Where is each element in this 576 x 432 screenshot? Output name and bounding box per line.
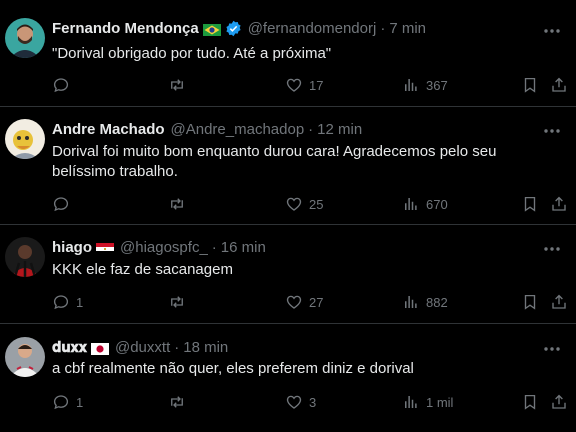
tweet-text: "Dorival obrigado por tudo. Até a próxim… <box>52 45 332 62</box>
reply-icon <box>53 295 69 310</box>
tweet-text: a cbf realmente não quer, eles preferem … <box>52 360 414 377</box>
author-handle[interactable]: @hiagospfc_ <box>120 239 208 256</box>
view-count: 367 <box>426 77 448 93</box>
like-count: 3 <box>309 394 317 410</box>
tweet-hiago[interactable]: hiago @hiagospfc_ · 16 min KKK ele faz d… <box>0 225 576 324</box>
avatar[interactable] <box>5 18 45 58</box>
tweet-andre[interactable]: Andre Machado @Andre_machadop · 12 min D… <box>0 107 576 225</box>
like-count: 27 <box>309 294 324 310</box>
reply-count: 1 <box>76 294 84 310</box>
timestamp[interactable]: 18 min <box>183 339 228 356</box>
action-bar: 1 27 882 <box>52 292 572 312</box>
brazil-flag-icon <box>202 23 221 36</box>
bookmark-button[interactable] <box>521 75 539 95</box>
reply-button[interactable] <box>52 194 76 214</box>
heart-icon <box>286 295 302 309</box>
like-button[interactable]: 17 <box>285 75 323 95</box>
reply-button[interactable] <box>52 75 76 95</box>
analytics-icon <box>405 396 417 408</box>
like-count: 17 <box>309 77 324 93</box>
analytics-icon <box>405 79 417 91</box>
retweet-button[interactable] <box>168 75 192 95</box>
bookmark-icon <box>524 394 536 410</box>
heart-icon <box>286 395 302 409</box>
tweet-text: Dorival foi muito bom enquanto durou car… <box>52 143 497 180</box>
retweet-button[interactable] <box>168 292 192 312</box>
reply-icon <box>53 395 69 410</box>
views-button[interactable]: 882 <box>402 292 448 312</box>
bookmark-button[interactable] <box>521 292 539 312</box>
share-icon <box>552 196 566 211</box>
reply-icon <box>53 197 69 212</box>
heart-icon <box>286 197 302 211</box>
reply-feed: Fernando Mendonça @fernandomendorj · 7 m… <box>0 0 576 432</box>
author-name[interactable]: Fernando Mendonça <box>52 20 199 37</box>
retweet-icon <box>171 198 183 210</box>
analytics-icon <box>405 296 417 308</box>
reply-icon <box>53 78 69 93</box>
author-handle[interactable]: @duxxtt <box>115 339 170 356</box>
more-options-icon[interactable] <box>541 240 563 258</box>
heart-icon <box>286 78 302 92</box>
egypt-flag-icon <box>96 242 114 255</box>
bookmark-button[interactable] <box>521 392 539 412</box>
views-button[interactable]: 367 <box>402 75 448 95</box>
bookmark-icon <box>524 294 536 310</box>
like-count: 25 <box>309 196 324 212</box>
separator-dot: · <box>211 239 217 256</box>
views-button[interactable]: 670 <box>402 194 448 214</box>
retweet-icon <box>171 296 183 308</box>
tweet-fernando[interactable]: Fernando Mendonça @fernandomendorj · 7 m… <box>0 0 576 107</box>
avatar[interactable] <box>5 237 45 277</box>
like-button[interactable]: 3 <box>285 392 316 412</box>
action-bar: 25 670 <box>52 194 572 214</box>
analytics-icon <box>405 198 417 210</box>
share-button[interactable] <box>550 292 568 312</box>
share-button[interactable] <box>550 194 568 214</box>
share-icon <box>552 77 566 92</box>
action-bar: 1 3 1 mil <box>52 392 572 412</box>
bookmark-button[interactable] <box>521 194 539 214</box>
separator-dot: · <box>174 339 180 356</box>
separator-dot: · <box>380 20 386 37</box>
author-name[interactable]: 𝐝𝐮𝐱𝐱 <box>52 339 87 356</box>
tweet-text: KKK ele faz de sacanagem <box>52 261 233 278</box>
verified-badge-icon <box>225 20 242 37</box>
views-button[interactable]: 1 mil <box>402 392 453 412</box>
avatar[interactable] <box>5 337 45 377</box>
retweet-icon <box>171 396 183 408</box>
reply-count: 1 <box>76 394 84 410</box>
share-icon <box>552 294 566 309</box>
share-button[interactable] <box>550 75 568 95</box>
avatar[interactable] <box>5 119 45 159</box>
author-name[interactable]: Andre Machado <box>52 121 165 138</box>
author-handle[interactable]: @Andre_machadop <box>171 121 305 138</box>
view-count: 882 <box>426 294 448 310</box>
view-count: 1 mil <box>426 394 454 410</box>
reply-button[interactable]: 1 <box>52 292 83 312</box>
timestamp[interactable]: 12 min <box>317 121 362 138</box>
retweet-button[interactable] <box>168 392 192 412</box>
separator-dot: · <box>308 121 314 138</box>
reply-button[interactable]: 1 <box>52 392 83 412</box>
retweet-icon <box>171 79 183 91</box>
like-button[interactable]: 25 <box>285 194 323 214</box>
bookmark-icon <box>524 77 536 93</box>
bookmark-icon <box>524 196 536 212</box>
retweet-button[interactable] <box>168 194 192 214</box>
author-name[interactable]: hiago <box>52 239 92 256</box>
japan-flag-icon <box>90 342 109 355</box>
action-bar: 17 367 <box>52 75 572 95</box>
timestamp[interactable]: 16 min <box>221 239 266 256</box>
share-button[interactable] <box>550 392 568 412</box>
view-count: 670 <box>426 196 448 212</box>
more-options-icon[interactable] <box>541 122 563 140</box>
tweet-duxx[interactable]: 𝐝𝐮𝐱𝐱 @duxxtt · 18 min a cbf realmente nã… <box>0 324 576 432</box>
more-options-icon[interactable] <box>541 340 563 358</box>
more-options-icon[interactable] <box>541 22 563 40</box>
timestamp[interactable]: 7 min <box>389 20 426 37</box>
author-handle[interactable]: @fernandomendorj <box>248 20 377 37</box>
like-button[interactable]: 27 <box>285 292 323 312</box>
share-icon <box>552 394 566 409</box>
